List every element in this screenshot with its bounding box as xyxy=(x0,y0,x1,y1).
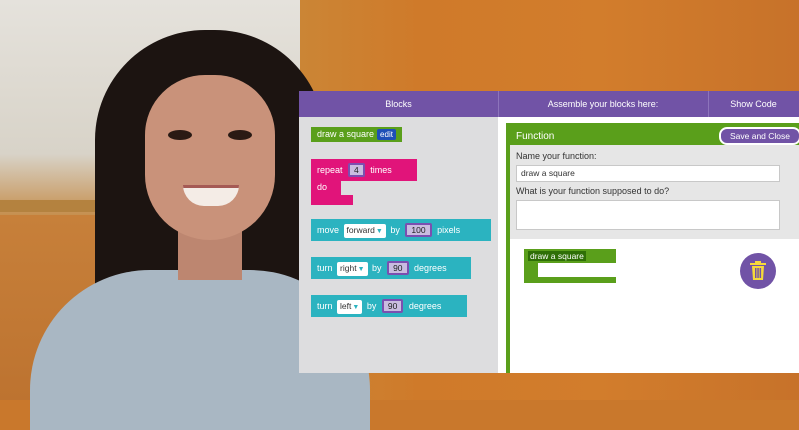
blocks-header: Blocks xyxy=(299,91,499,117)
move-unit: pixels xyxy=(437,225,461,235)
presenter-face xyxy=(145,75,275,240)
chevron-down-icon: ▼ xyxy=(357,266,365,273)
function-editor-app: Blocks Assemble your blocks here: Show C… xyxy=(299,91,799,373)
edit-function-button[interactable]: edit xyxy=(377,129,396,140)
save-and-close-button[interactable]: Save and Close xyxy=(719,127,799,145)
turn-left-amount-field[interactable]: 90 xyxy=(381,299,404,313)
turn-left-direction-value: left xyxy=(340,301,352,311)
presenter-eye-left xyxy=(168,130,192,140)
turn-left-block[interactable]: turn left▼ by 90 degrees xyxy=(311,295,467,317)
turn-right-direction-value: right xyxy=(340,263,357,273)
trash-button[interactable] xyxy=(740,253,776,289)
canvas-function-block[interactable]: draw a square xyxy=(524,249,616,263)
turn-right-direction-dropdown[interactable]: right▼ xyxy=(337,262,368,276)
move-by: by xyxy=(390,225,400,235)
move-direction-dropdown[interactable]: forward▼ xyxy=(343,224,386,238)
chevron-down-icon: ▼ xyxy=(375,228,383,235)
turn-right-block[interactable]: turn right▼ by 90 degrees xyxy=(311,257,471,279)
turn-left-prefix: turn xyxy=(317,301,333,311)
draw-square-block-label: draw a square xyxy=(317,129,375,139)
canvas-function-block-stem xyxy=(524,263,538,277)
draw-square-block[interactable]: draw a square edit xyxy=(311,127,402,142)
move-block[interactable]: move forward▼ by 100 pixels xyxy=(311,219,491,241)
repeat-block[interactable]: repeat 4 times xyxy=(311,159,417,181)
function-description-label: What is your function supposed to do? xyxy=(516,186,670,196)
chevron-down-icon: ▼ xyxy=(352,304,360,311)
repeat-count-field[interactable]: 4 xyxy=(348,163,365,177)
move-amount-field[interactable]: 100 xyxy=(405,223,432,237)
toolbox: draw a square edit repeat 4 times do move… xyxy=(299,117,498,373)
presenter-eye-right xyxy=(228,130,252,140)
function-canvas: draw a square xyxy=(510,239,799,373)
repeat-do-label: do xyxy=(317,182,328,192)
turn-right-amount-field[interactable]: 90 xyxy=(387,261,409,275)
repeat-prefix: repeat xyxy=(317,165,343,175)
function-description-input[interactable] xyxy=(516,200,780,230)
turn-left-direction-dropdown[interactable]: left▼ xyxy=(337,300,363,314)
repeat-block-bottom xyxy=(311,195,353,205)
move-prefix: move xyxy=(317,225,340,235)
workspace: Function Save and Close Name your functi… xyxy=(498,117,799,373)
turn-right-by: by xyxy=(372,263,382,273)
function-editor: Function Save and Close Name your functi… xyxy=(506,123,799,373)
function-name-input[interactable]: draw a square xyxy=(516,165,780,182)
top-bar: Blocks Assemble your blocks here: Show C… xyxy=(299,91,799,117)
function-editor-title: Function xyxy=(516,131,555,142)
trash-icon xyxy=(750,261,766,280)
turn-right-unit: degrees xyxy=(414,263,447,273)
repeat-suffix: times xyxy=(370,165,392,175)
function-name-label: Name your function: xyxy=(516,151,597,161)
canvas-function-block-label: draw a square xyxy=(528,251,586,261)
turn-left-by: by xyxy=(366,301,377,311)
turn-right-prefix: turn xyxy=(317,263,333,273)
canvas-function-block-bottom xyxy=(524,277,616,283)
workspace-header: Assemble your blocks here: xyxy=(498,91,709,117)
function-form: Name your function: draw a square What i… xyxy=(510,145,799,239)
show-code-button[interactable]: Show Code xyxy=(708,91,799,117)
turn-left-unit: degrees xyxy=(408,301,442,311)
move-direction-value: forward xyxy=(346,225,375,235)
